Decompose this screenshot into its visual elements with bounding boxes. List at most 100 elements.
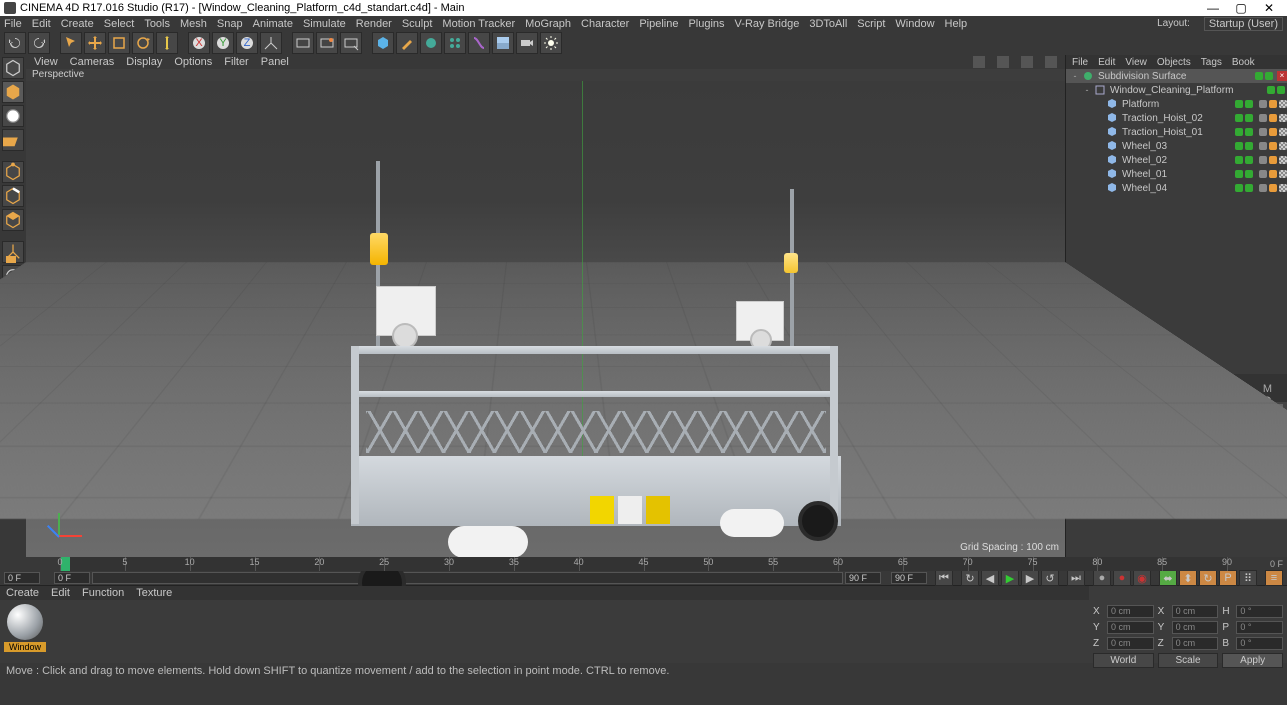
- close-button[interactable]: ✕: [1255, 1, 1283, 15]
- step-back-button[interactable]: ◀: [981, 570, 999, 586]
- tag-icon[interactable]: [1259, 100, 1267, 108]
- size-x[interactable]: 0 cm: [1172, 605, 1219, 618]
- key-rot-button[interactable]: ↻: [1199, 570, 1217, 586]
- menu-create[interactable]: Create: [61, 18, 94, 30]
- undo-button[interactable]: [4, 32, 26, 54]
- visibility-dot[interactable]: [1235, 184, 1243, 192]
- model-mode[interactable]: [2, 81, 24, 103]
- key-pos-button[interactable]: ⬌: [1159, 570, 1177, 586]
- tree-row[interactable]: Wheel_01: [1066, 167, 1287, 181]
- omenu-book[interactable]: Book: [1232, 57, 1255, 68]
- add-camera[interactable]: [516, 32, 538, 54]
- tree-item-name[interactable]: Wheel_04: [1120, 183, 1235, 194]
- mmenu-edit[interactable]: Edit: [51, 587, 70, 599]
- tree-row[interactable]: Wheel_04: [1066, 181, 1287, 195]
- vmenu-display[interactable]: Display: [126, 56, 162, 68]
- tag-icon[interactable]: [1279, 142, 1287, 150]
- tag-icon[interactable]: [1279, 170, 1287, 178]
- tree-row[interactable]: Wheel_02: [1066, 153, 1287, 167]
- mmenu-function[interactable]: Function: [82, 587, 124, 599]
- end-frame-field[interactable]: 90 F: [845, 572, 881, 584]
- coord-y筐[interactable]: 0 cm: [1107, 621, 1154, 634]
- coord-system[interactable]: [260, 32, 282, 54]
- menu-sculpt[interactable]: Sculpt: [402, 18, 433, 30]
- tree-toggle[interactable]: -: [1082, 85, 1092, 95]
- omenu-view[interactable]: View: [1125, 57, 1147, 68]
- step-fwd-button[interactable]: ▶: [1021, 570, 1039, 586]
- mmenu-texture[interactable]: Texture: [136, 587, 172, 599]
- keyframe-button[interactable]: ◉: [1133, 570, 1151, 586]
- tree-item-name[interactable]: Wheel_01: [1120, 169, 1235, 180]
- key-scale-button[interactable]: ⬍: [1179, 570, 1197, 586]
- menu-motion-tracker[interactable]: Motion Tracker: [442, 18, 515, 30]
- tag-icon[interactable]: [1279, 156, 1287, 164]
- tree-item-name[interactable]: Traction_Hoist_02: [1120, 113, 1235, 124]
- point-mode[interactable]: [2, 161, 24, 183]
- tag-icon[interactable]: [1259, 184, 1267, 192]
- close-icon[interactable]: ×: [1277, 71, 1287, 81]
- visibility-dot[interactable]: [1245, 142, 1253, 150]
- menu-edit[interactable]: Edit: [32, 18, 51, 30]
- visibility-dot[interactable]: [1245, 184, 1253, 192]
- edge-mode[interactable]: [2, 185, 24, 207]
- vmenu-options[interactable]: Options: [174, 56, 212, 68]
- tree-row[interactable]: Traction_Hoist_02: [1066, 111, 1287, 125]
- coord-apply-button[interactable]: Apply: [1222, 653, 1283, 668]
- visibility-dot[interactable]: [1235, 142, 1243, 150]
- rotate-tool[interactable]: [132, 32, 154, 54]
- menu-file[interactable]: File: [4, 18, 22, 30]
- omenu-file[interactable]: File: [1072, 57, 1088, 68]
- make-editable[interactable]: [2, 57, 24, 79]
- menu-plugins[interactable]: Plugins: [688, 18, 724, 30]
- visibility-dot[interactable]: [1245, 156, 1253, 164]
- tag-icon[interactable]: [1279, 100, 1287, 108]
- menu-help[interactable]: Help: [945, 18, 968, 30]
- vmenu-panel[interactable]: Panel: [261, 56, 289, 68]
- autokey-button[interactable]: ●: [1113, 570, 1131, 586]
- maximize-button[interactable]: ▢: [1227, 1, 1255, 15]
- menu-render[interactable]: Render: [356, 18, 392, 30]
- menu-mesh[interactable]: Mesh: [180, 18, 207, 30]
- key-param-button[interactable]: P: [1219, 570, 1237, 586]
- visibility-dot[interactable]: [1245, 100, 1253, 108]
- tag-icon[interactable]: [1269, 128, 1277, 136]
- tree-row[interactable]: Platform: [1066, 97, 1287, 111]
- tree-row[interactable]: Traction_Hoist_01: [1066, 125, 1287, 139]
- menu-vray[interactable]: V-Ray Bridge: [735, 18, 800, 30]
- view-toggle-icon[interactable]: [1045, 56, 1057, 68]
- range-start-field[interactable]: 0 F: [4, 572, 40, 584]
- tree-item-name[interactable]: Wheel_03: [1120, 141, 1235, 152]
- tag-icon[interactable]: [1279, 184, 1287, 192]
- tree-item-name[interactable]: Platform: [1120, 99, 1235, 110]
- menu-snap[interactable]: Snap: [217, 18, 243, 30]
- layout-dropdown[interactable]: Startup (User): [1204, 17, 1283, 31]
- tag-icon[interactable]: [1269, 170, 1277, 178]
- add-cube[interactable]: [372, 32, 394, 54]
- tree-item-name[interactable]: Wheel_02: [1120, 155, 1235, 166]
- visibility-dot[interactable]: [1235, 156, 1243, 164]
- visibility-dot[interactable]: [1245, 170, 1253, 178]
- menu-3dtoall[interactable]: 3DToAll: [809, 18, 847, 30]
- render-view[interactable]: [292, 32, 314, 54]
- tree-row[interactable]: -Subdivision Surface×: [1066, 69, 1287, 83]
- y-axis-lock[interactable]: Y: [212, 32, 234, 54]
- mmenu-create[interactable]: Create: [6, 587, 39, 599]
- visibility-dot[interactable]: [1235, 100, 1243, 108]
- goto-start-button[interactable]: ⏮: [935, 570, 953, 586]
- tag-icon[interactable]: [1269, 156, 1277, 164]
- coord-mode-dropdown[interactable]: World: [1093, 653, 1154, 668]
- tree-item-name[interactable]: Window_Cleaning_Platform: [1108, 85, 1267, 96]
- range-end-field[interactable]: 90 F: [891, 572, 927, 584]
- timeline-ruler[interactable]: 051015202530354045505560657075808590: [60, 557, 1227, 571]
- visibility-dot[interactable]: [1265, 72, 1273, 80]
- current-frame-field[interactable]: 0 F: [54, 572, 90, 584]
- visibility-dot[interactable]: [1277, 86, 1285, 94]
- menu-pipeline[interactable]: Pipeline: [639, 18, 678, 30]
- coord-scale-dropdown[interactable]: Scale: [1158, 653, 1219, 668]
- omenu-objects[interactable]: Objects: [1157, 57, 1191, 68]
- visibility-dot[interactable]: [1255, 72, 1263, 80]
- menu-window[interactable]: Window: [895, 18, 934, 30]
- minimize-button[interactable]: —: [1199, 1, 1227, 15]
- rot-b[interactable]: 0 °: [1236, 637, 1283, 650]
- material-item[interactable]: Window: [4, 604, 46, 658]
